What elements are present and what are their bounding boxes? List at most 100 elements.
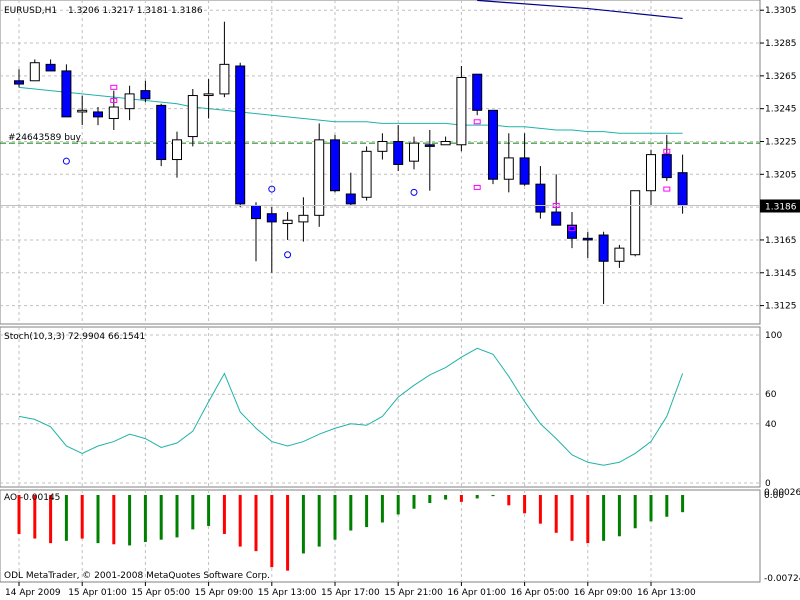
- time-tick-label: 14 Apr 2009: [5, 588, 61, 598]
- ao-tick-label: 0.00: [764, 491, 784, 501]
- bull-candle-body: [361, 150, 372, 198]
- ao-bar-down: [507, 494, 511, 506]
- bull-candle-body: [124, 93, 135, 110]
- ao-bar-down: [286, 494, 290, 571]
- bull-candle-body: [456, 76, 467, 146]
- bear-candle-body: [61, 70, 72, 118]
- bear-candle-body: [393, 140, 404, 165]
- ao-bar-up: [159, 494, 163, 540]
- time-tick-label: 16 Apr 05:00: [511, 588, 570, 598]
- bear-candle-body: [472, 73, 483, 111]
- price-tick-label: 1.3305: [765, 6, 797, 16]
- bear-candle-body: [582, 237, 593, 241]
- ao-bar-up: [428, 494, 432, 504]
- bull-candle-body: [314, 139, 325, 216]
- ao-bar-up: [444, 494, 448, 500]
- bull-candle-body: [503, 157, 514, 180]
- price-tick-label: 1.3265: [765, 72, 797, 82]
- price-axis: 1.3305 1.3285 1.3265 1.3245 1.3225 1.3205 1.31…: [760, 6, 797, 312]
- ao-bar-up: [143, 494, 147, 542]
- ao-axis: 0.000260.00-0.00724: [764, 488, 800, 584]
- bear-candle-body: [156, 104, 167, 161]
- bear-candle-body: [488, 109, 498, 180]
- ao-bar-down: [459, 494, 463, 502]
- ao-bar-down: [523, 494, 527, 514]
- candle: [630, 190, 641, 257]
- time-axis: 14 Apr 2009 15 Apr 01:00 15 Apr 05:00 15 Ap…: [5, 582, 696, 598]
- ao-bar-up: [333, 494, 337, 540]
- ao-bar-up: [96, 494, 100, 544]
- ao-bar-up: [617, 494, 621, 537]
- candle: [29, 59, 40, 82]
- time-tick-label: 15 Apr 21:00: [384, 588, 443, 598]
- bull-candle-body: [282, 219, 293, 225]
- ao-bar-up: [633, 494, 637, 529]
- ao-bar-up: [396, 494, 400, 515]
- ao-bar-up: [365, 494, 369, 528]
- stochastic-axis: 10060400: [765, 331, 782, 489]
- time-tick-label: 16 Apr 09:00: [574, 588, 633, 598]
- ohlc-readout: 1.3206 1.3217 1.3181 1.3186: [68, 6, 203, 16]
- bear-candle-body: [330, 139, 340, 192]
- bull-candle-body: [614, 247, 625, 262]
- time-tick-label: 15 Apr 01:00: [68, 588, 127, 598]
- candle: [235, 62, 246, 208]
- stochastic-tick-label: 40: [765, 420, 777, 430]
- ao-bar-down: [238, 494, 242, 547]
- bull-candle-body: [377, 140, 388, 152]
- bull-candle-body: [440, 140, 451, 146]
- ao-bar-down: [270, 494, 274, 568]
- bull-candle-body: [77, 109, 88, 113]
- time-tick-label: 15 Apr 17:00: [321, 588, 380, 598]
- ao-bar-up: [681, 494, 685, 513]
- bull-candle-body: [203, 93, 214, 97]
- price-tick-label: 1.3245: [765, 105, 797, 115]
- ao-bar-up: [207, 494, 211, 526]
- price-tick-label: 1.3125: [765, 302, 797, 312]
- ao-bar-up: [191, 494, 195, 530]
- bear-candle-body: [235, 65, 246, 205]
- ao-bar-up: [602, 494, 606, 541]
- ao-bar-up: [317, 494, 321, 547]
- time-tick-label: 15 Apr 09:00: [195, 588, 254, 598]
- bear-candle-body: [14, 80, 24, 85]
- candle: [488, 109, 498, 185]
- ao-bar-up: [649, 494, 653, 522]
- ao-bar-down: [554, 494, 558, 533]
- last-price-tag: 1.3186: [760, 199, 800, 213]
- price-tick-label: 1.3225: [765, 137, 797, 147]
- candle: [330, 134, 340, 193]
- chart-window[interactable]: EURUSD,H1 1.3206 1.3217 1.3181 1.3186 #2…: [0, 0, 800, 600]
- bull-candle-body: [219, 63, 230, 95]
- ao-bar-up: [64, 494, 68, 541]
- bull-candle-body: [108, 106, 119, 120]
- awesome-oscillator-panel[interactable]: AO -0.00145 0.000260.00-0.00724 ODL Meta…: [0, 488, 800, 584]
- candle: [156, 103, 167, 167]
- bull-candle-body: [298, 214, 309, 223]
- stochastic-panel[interactable]: Stoch(10,3,3) 72.9904 66.1541 10060400: [0, 326, 782, 489]
- time-tick-label: 15 Apr 13:00: [258, 588, 317, 598]
- ao-bar-up: [349, 494, 353, 531]
- bear-candle-body: [519, 157, 530, 185]
- stochastic-panel-frame: [0, 326, 761, 488]
- ao-bar-up: [412, 494, 416, 509]
- price-tick-label: 1.3205: [765, 170, 797, 180]
- bull-candle-body: [409, 142, 419, 162]
- bull-candle-body: [172, 139, 182, 161]
- bull-candle-body: [646, 154, 656, 192]
- bear-candle-body: [140, 90, 151, 100]
- bear-candle-body: [661, 154, 672, 179]
- stochastic-tick-label: 100: [765, 331, 782, 341]
- ao-bar-up: [301, 494, 305, 554]
- bear-candle-body: [45, 63, 56, 72]
- ao-title: AO -0.00145: [4, 493, 60, 503]
- price-panel[interactable]: EURUSD,H1 1.3206 1.3217 1.3181 1.3186 #2…: [0, 0, 800, 325]
- ao-bar-up: [128, 494, 132, 546]
- candle: [456, 66, 467, 152]
- bear-candle-body: [266, 213, 277, 223]
- bull-candle-body: [630, 190, 641, 256]
- ao-bar-down: [586, 494, 590, 544]
- price-tick-label: 1.3285: [765, 39, 797, 49]
- candle: [472, 73, 483, 116]
- order-label: #24643589 buy: [8, 133, 82, 143]
